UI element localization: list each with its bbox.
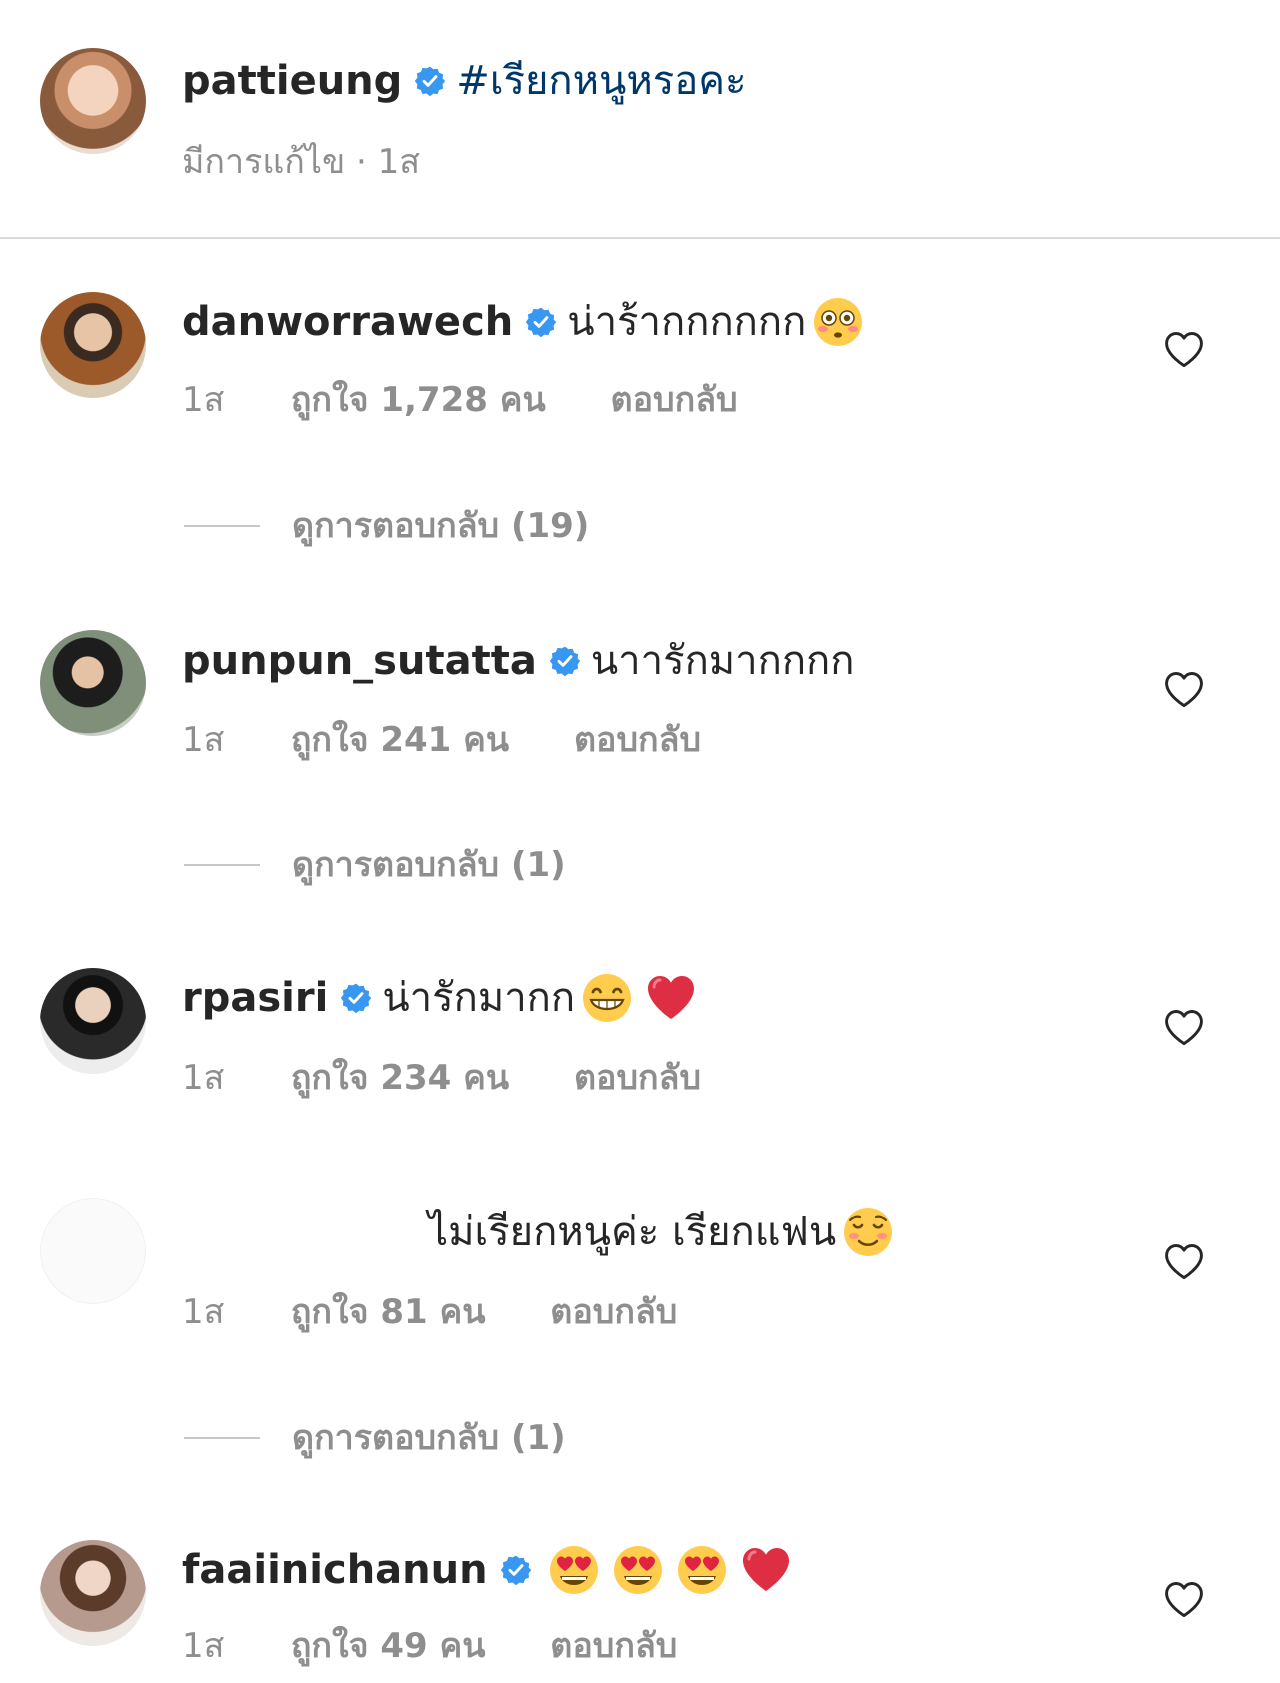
comment-time: 1ส: [182, 380, 225, 420]
verified-badge-icon: [414, 65, 446, 97]
view-replies-button[interactable]: ดูการตอบกลับ (1): [184, 1416, 566, 1460]
likes-count[interactable]: ถูกใจ 81 คน: [291, 1290, 486, 1334]
avatar[interactable]: [40, 968, 146, 1074]
comment-item: punpun_sutatta นาารักมากกกก 1ส ถูกใจ 241…: [0, 580, 1280, 920]
comment-time: 1ส: [182, 1058, 225, 1098]
caption-meta: มีการแก้ไข · 1ส: [182, 142, 420, 182]
comment-item: ไม่เรียกหนูค่ะ เรียกแฟน 1ส ถูกใจ 81 คน ต…: [0, 1150, 1280, 1490]
view-replies-button[interactable]: ดูการตอบกลับ (19): [184, 504, 589, 548]
avatar[interactable]: [40, 630, 146, 736]
heart-eyes-face-icon: [676, 1544, 728, 1596]
comment-time: 1ส: [182, 1626, 225, 1666]
smiling-face-icon: [842, 1206, 894, 1258]
heart-icon[interactable]: [1162, 1240, 1206, 1284]
reply-button[interactable]: ตอบกลับ: [611, 378, 738, 422]
likes-count[interactable]: ถูกใจ 1,728 คน: [291, 378, 546, 422]
comment-time: 1ส: [182, 720, 225, 760]
verified-badge-icon: [500, 1554, 532, 1586]
post-caption: pattieung #เรียกหนูหรอคะ มีการแก้ไข · 1ส: [0, 0, 1280, 238]
comment-text: น่ารักมากก: [382, 975, 576, 1021]
divider: [0, 237, 1280, 239]
comment-item: faaiinichanun 1ส ถูกใจ 49 คน ตอบกลับ: [0, 1490, 1280, 1683]
view-replies-button[interactable]: ดูการตอบกลับ (1): [184, 843, 566, 887]
likes-count[interactable]: ถูกใจ 234 คน: [291, 1056, 509, 1100]
heart-eyes-face-icon: [548, 1544, 600, 1596]
hashtag-link[interactable]: #เรียกหนูหรอคะ: [456, 55, 746, 107]
reply-button[interactable]: ตอบกลับ: [574, 718, 701, 762]
red-heart-icon: [740, 1544, 792, 1596]
verified-badge-icon: [525, 306, 557, 338]
avatar[interactable]: [40, 1198, 146, 1304]
red-heart-icon: [645, 972, 697, 1024]
likes-count[interactable]: ถูกใจ 49 คน: [291, 1624, 486, 1668]
heart-icon[interactable]: [1162, 1006, 1206, 1050]
verified-badge-icon: [549, 645, 581, 677]
comment-item: rpasiri น่ารักมากก 1ส ถูกใจ 234 คน ตอบกล…: [0, 920, 1280, 1150]
username[interactable]: rpasiri: [182, 972, 328, 1024]
divider: [184, 864, 260, 866]
verified-badge-icon: [340, 982, 372, 1014]
username[interactable]: faaiinichanun: [182, 1544, 488, 1596]
divider: [184, 1437, 260, 1439]
likes-count[interactable]: ถูกใจ 241 คน: [291, 718, 509, 762]
comment-text: นาารักมากกกก: [590, 638, 855, 684]
comment-item: danworrawech น่าร้ากกกกกก 1ส ถูกใจ 1,728…: [0, 240, 1280, 580]
username[interactable]: pattieung: [182, 55, 402, 107]
username[interactable]: danworrawech: [182, 296, 513, 348]
avatar[interactable]: [40, 1540, 146, 1646]
grinning-face-icon: [581, 972, 633, 1024]
avatar[interactable]: [40, 292, 146, 398]
username[interactable]: punpun_sutatta: [182, 635, 537, 687]
reply-button[interactable]: ตอบกลับ: [550, 1624, 677, 1668]
reply-button[interactable]: ตอบกลับ: [550, 1290, 677, 1334]
divider: [184, 525, 260, 527]
heart-eyes-face-icon: [612, 1544, 664, 1596]
comment-text: ไม่เรียกหนูค่ะ เรียกแฟน: [428, 1209, 837, 1255]
heart-icon[interactable]: [1162, 328, 1206, 372]
heart-icon[interactable]: [1162, 1578, 1206, 1622]
flushed-face-icon: [812, 296, 864, 348]
comment-text: น่าร้ากกกกกก: [567, 299, 807, 345]
reply-button[interactable]: ตอบกลับ: [574, 1056, 701, 1100]
comment-time: 1ส: [182, 1292, 225, 1332]
heart-icon[interactable]: [1162, 668, 1206, 712]
avatar[interactable]: [40, 48, 146, 154]
